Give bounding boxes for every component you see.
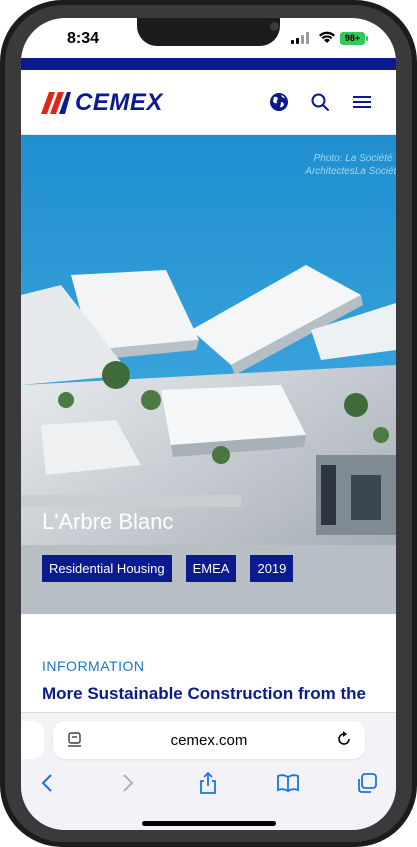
tag-region[interactable]: EMEA <box>185 555 237 582</box>
tabs-icon[interactable] <box>352 768 382 798</box>
back-icon[interactable] <box>32 768 62 798</box>
forward-icon[interactable] <box>113 768 143 798</box>
url-text: cemex.com <box>170 732 248 749</box>
battery-tip <box>366 36 368 41</box>
top-accent-bar <box>21 58 396 70</box>
battery-indicator: 98+ <box>340 32 365 45</box>
hero-photo <box>21 135 396 614</box>
photo-credit-line-2: ArchitectesLa Société <box>305 166 396 177</box>
camera-dot <box>270 22 279 31</box>
cemex-logo-mark-icon <box>41 92 71 114</box>
project-title: L'Arbre Blanc <box>42 509 174 534</box>
bookmarks-icon[interactable] <box>273 768 303 798</box>
project-tags: Residential Housing EMEA 2019 <box>42 555 294 582</box>
cellular-signal-icon <box>291 32 313 44</box>
hero-banner: Photo: La Société S ArchitectesLa Sociét… <box>21 135 396 614</box>
site-header: CEMEX <box>21 70 396 135</box>
volume-up-button <box>0 210 4 266</box>
screen: 8:34 98+ CEMEX Photo: La Société S Archi… <box>21 18 396 830</box>
tag-year[interactable]: 2019 <box>250 555 294 582</box>
photo-credit-line-1: Photo: La Société S <box>313 153 396 164</box>
status-bar: 8:34 98+ <box>21 18 396 56</box>
phone-frame: 8:34 98+ CEMEX Photo: La Société S Archi… <box>0 0 417 847</box>
globe-icon[interactable] <box>267 90 291 114</box>
status-time: 8:34 <box>67 30 100 47</box>
section-heading: More Sustainable Construction from the <box>42 684 366 703</box>
address-bar[interactable]: cemex.com <box>53 721 365 759</box>
reload-icon[interactable] <box>335 730 353 748</box>
power-button <box>413 230 417 320</box>
previous-tab-preview[interactable] <box>21 721 44 759</box>
section-label: INFORMATION <box>42 658 145 674</box>
photo-credit: Photo: La Société S ArchitectesLa Sociét… <box>282 152 396 178</box>
wifi-icon <box>319 31 335 43</box>
safari-toolbar: cemex.com <box>21 712 396 830</box>
mute-switch <box>0 156 4 186</box>
search-icon[interactable] <box>308 90 332 114</box>
logo-wordmark: CEMEX <box>75 89 163 116</box>
share-icon[interactable] <box>193 768 223 798</box>
home-indicator <box>142 821 276 826</box>
volume-down-button <box>0 282 4 338</box>
notch <box>137 18 280 46</box>
cemex-logo[interactable]: CEMEX <box>41 89 163 116</box>
tag-category[interactable]: Residential Housing <box>42 555 172 582</box>
menu-icon[interactable] <box>350 90 374 114</box>
